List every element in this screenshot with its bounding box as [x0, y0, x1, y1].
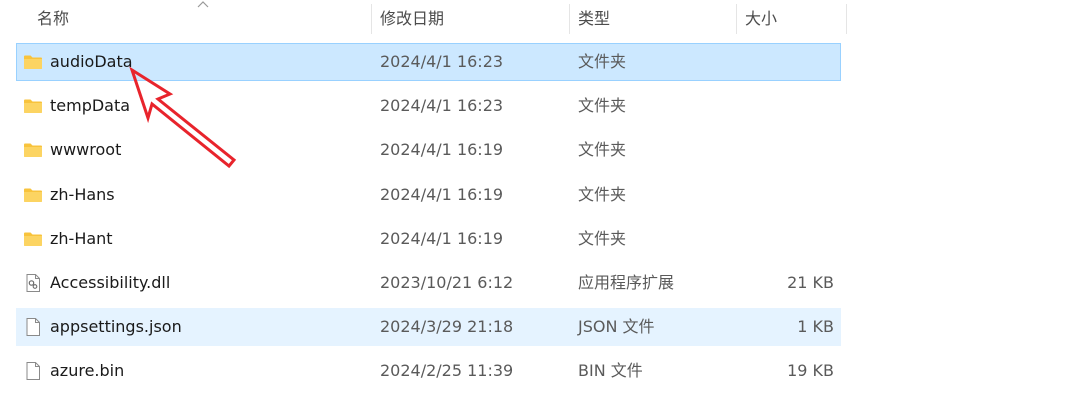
file-icon [26, 318, 40, 337]
file-row[interactable]: wwwroot 2024/4/1 16:19 文件夹 [16, 131, 841, 169]
file-name: tempData [50, 96, 131, 116]
column-divider[interactable] [371, 4, 372, 34]
column-header-size[interactable]: 大小 [745, 0, 777, 38]
file-name: audioData [50, 52, 133, 71]
column-header-type[interactable]: 类型 [578, 0, 610, 38]
file-size: 1 KB [797, 317, 834, 337]
folder-icon [24, 188, 42, 202]
file-modified-date: 2024/4/1 16:19 [380, 228, 504, 248]
file-type: BIN 文件 [578, 361, 643, 381]
file-size: 19 KB [787, 361, 834, 381]
file-type: 应用程序扩展 [578, 272, 675, 292]
file-row[interactable]: zh-Hant 2024/4/1 16:19 文件夹 [16, 220, 841, 258]
file-modified-date: 2024/4/1 16:23 [380, 96, 504, 116]
file-type: 文件夹 [578, 184, 627, 204]
column-header-name[interactable]: 名称 [37, 0, 69, 38]
file-modified-date: 2024/2/25 11:39 [380, 361, 514, 381]
file-type: JSON 文件 [578, 317, 655, 337]
file-type: 文件夹 [578, 228, 627, 248]
file-size: 21 KB [787, 272, 834, 292]
file-row[interactable]: audioData 2024/4/1 16:23 文件夹 [16, 43, 841, 81]
file-row[interactable]: appsettings.json 2024/3/29 21:18 JSON 文件… [16, 308, 841, 347]
folder-icon [24, 55, 42, 69]
column-divider[interactable] [736, 4, 737, 34]
file-explorer-view: 名称 修改日期 类型 大小 audioData 2024/4/1 16:23 文… [0, 0, 1080, 404]
file-modified-date: 2024/3/29 21:18 [380, 317, 514, 337]
file-name: zh-Hans [50, 184, 115, 204]
folder-icon [24, 99, 42, 114]
file-row[interactable]: Accessibility.dll 2023/10/21 6:12 应用程序扩展… [16, 264, 841, 302]
file-row[interactable]: zh-Hans 2024/4/1 16:19 文件夹 [16, 176, 841, 214]
column-divider[interactable] [846, 4, 847, 34]
file-modified-date: 2024/4/1 16:19 [380, 184, 504, 204]
column-header-date[interactable]: 修改日期 [380, 0, 444, 38]
file-modified-date: 2023/10/21 6:12 [380, 272, 514, 292]
file-type: 文件夹 [578, 52, 627, 71]
file-name: wwwroot [50, 140, 122, 160]
file-name: appsettings.json [50, 317, 182, 337]
file-name: Accessibility.dll [50, 272, 171, 292]
file-modified-date: 2024/4/1 16:19 [380, 140, 504, 160]
file-modified-date: 2024/4/1 16:23 [380, 52, 504, 71]
file-type: 文件夹 [578, 140, 627, 160]
folder-icon [24, 232, 42, 246]
folder-icon [24, 143, 42, 158]
file-row[interactable]: azure.bin 2024/2/25 11:39 BIN 文件 19 KB [16, 352, 841, 390]
file-icon [26, 362, 40, 381]
sort-ascending-icon [197, 1, 209, 8]
file-name: azure.bin [50, 361, 125, 381]
dll-file-icon [26, 273, 40, 292]
file-row[interactable]: tempData 2024/4/1 16:23 文件夹 [16, 87, 841, 125]
file-list: audioData 2024/4/1 16:23 文件夹 tempData 20… [16, 43, 841, 397]
file-name: zh-Hant [50, 228, 113, 248]
column-divider[interactable] [569, 4, 570, 34]
file-type: 文件夹 [578, 96, 627, 116]
column-header: 名称 修改日期 类型 大小 [0, 0, 848, 38]
